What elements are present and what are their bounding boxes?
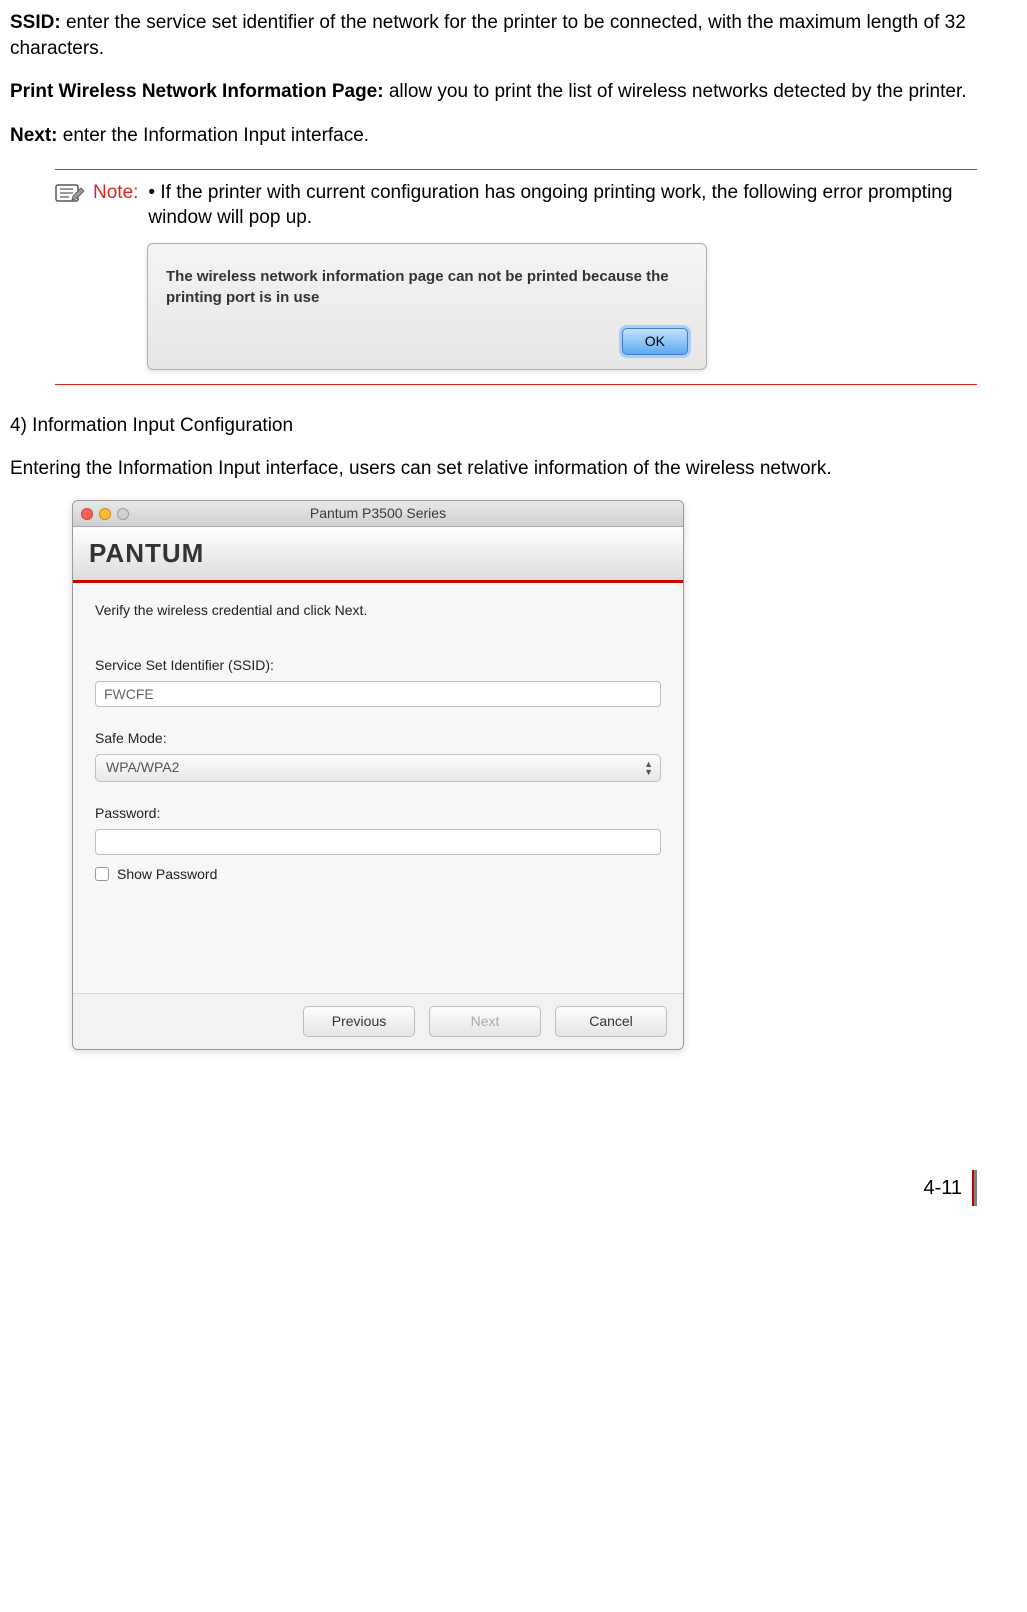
safe-mode-label: Safe Mode: — [95, 729, 661, 748]
print-info-text: allow you to print the list of wireless … — [384, 81, 967, 102]
ssid-label-bold: SSID: — [10, 12, 61, 33]
error-dialog: The wireless network information page ca… — [147, 243, 707, 370]
safe-mode-select[interactable]: WPA/WPA2 ▲▼ — [95, 754, 661, 782]
note-text: • If the printer with current configurat… — [148, 180, 977, 231]
note-block: Note: • If the printer with current conf… — [55, 169, 977, 385]
previous-button[interactable]: Previous — [303, 1006, 415, 1037]
password-input[interactable] — [95, 829, 661, 855]
zoom-icon[interactable] — [117, 508, 129, 520]
pantum-logo: PANTUM — [89, 536, 204, 571]
note-label: Note: — [87, 180, 148, 206]
ssid-input[interactable] — [95, 681, 661, 707]
window-titlebar: Pantum P3500 Series — [73, 501, 683, 527]
note-icon — [55, 182, 87, 214]
ssid-paragraph: SSID: enter the service set identifier o… — [10, 10, 977, 61]
chevron-updown-icon: ▲▼ — [644, 760, 653, 776]
pantum-setup-window: Pantum P3500 Series PANTUM Verify the wi… — [72, 500, 684, 1050]
show-password-checkbox[interactable] — [95, 867, 109, 881]
page-number: 4-11 — [923, 1175, 962, 1202]
print-info-label-bold: Print Wireless Network Information Page: — [10, 81, 384, 102]
footer-bar-decoration — [972, 1170, 977, 1206]
window-title: Pantum P3500 Series — [73, 504, 683, 523]
close-icon[interactable] — [81, 508, 93, 520]
cancel-button[interactable]: Cancel — [555, 1006, 667, 1037]
minimize-icon[interactable] — [99, 508, 111, 520]
pantum-logo-band: PANTUM — [73, 527, 683, 583]
wizard-button-row: Previous Next Cancel — [73, 993, 683, 1049]
ssid-text: enter the service set identifier of the … — [10, 12, 966, 59]
error-dialog-message: The wireless network information page ca… — [166, 266, 688, 308]
ok-button[interactable]: OK — [622, 328, 688, 355]
instruction-text: Verify the wireless credential and click… — [95, 601, 661, 620]
section-4-paragraph: Entering the Information Input interface… — [10, 456, 977, 482]
next-text: enter the Information Input interface. — [58, 125, 370, 146]
section-4-heading: 4) Information Input Configuration — [10, 413, 977, 439]
safe-mode-value: WPA/WPA2 — [95, 754, 661, 782]
next-button[interactable]: Next — [429, 1006, 541, 1037]
ssid-field-label: Service Set Identifier (SSID): — [95, 656, 661, 675]
next-label-bold: Next: — [10, 125, 58, 146]
page-footer: 4-11 — [10, 1170, 977, 1206]
show-password-label: Show Password — [117, 865, 217, 884]
print-info-paragraph: Print Wireless Network Information Page:… — [10, 79, 977, 105]
password-label: Password: — [95, 804, 661, 823]
next-paragraph: Next: enter the Information Input interf… — [10, 123, 977, 149]
